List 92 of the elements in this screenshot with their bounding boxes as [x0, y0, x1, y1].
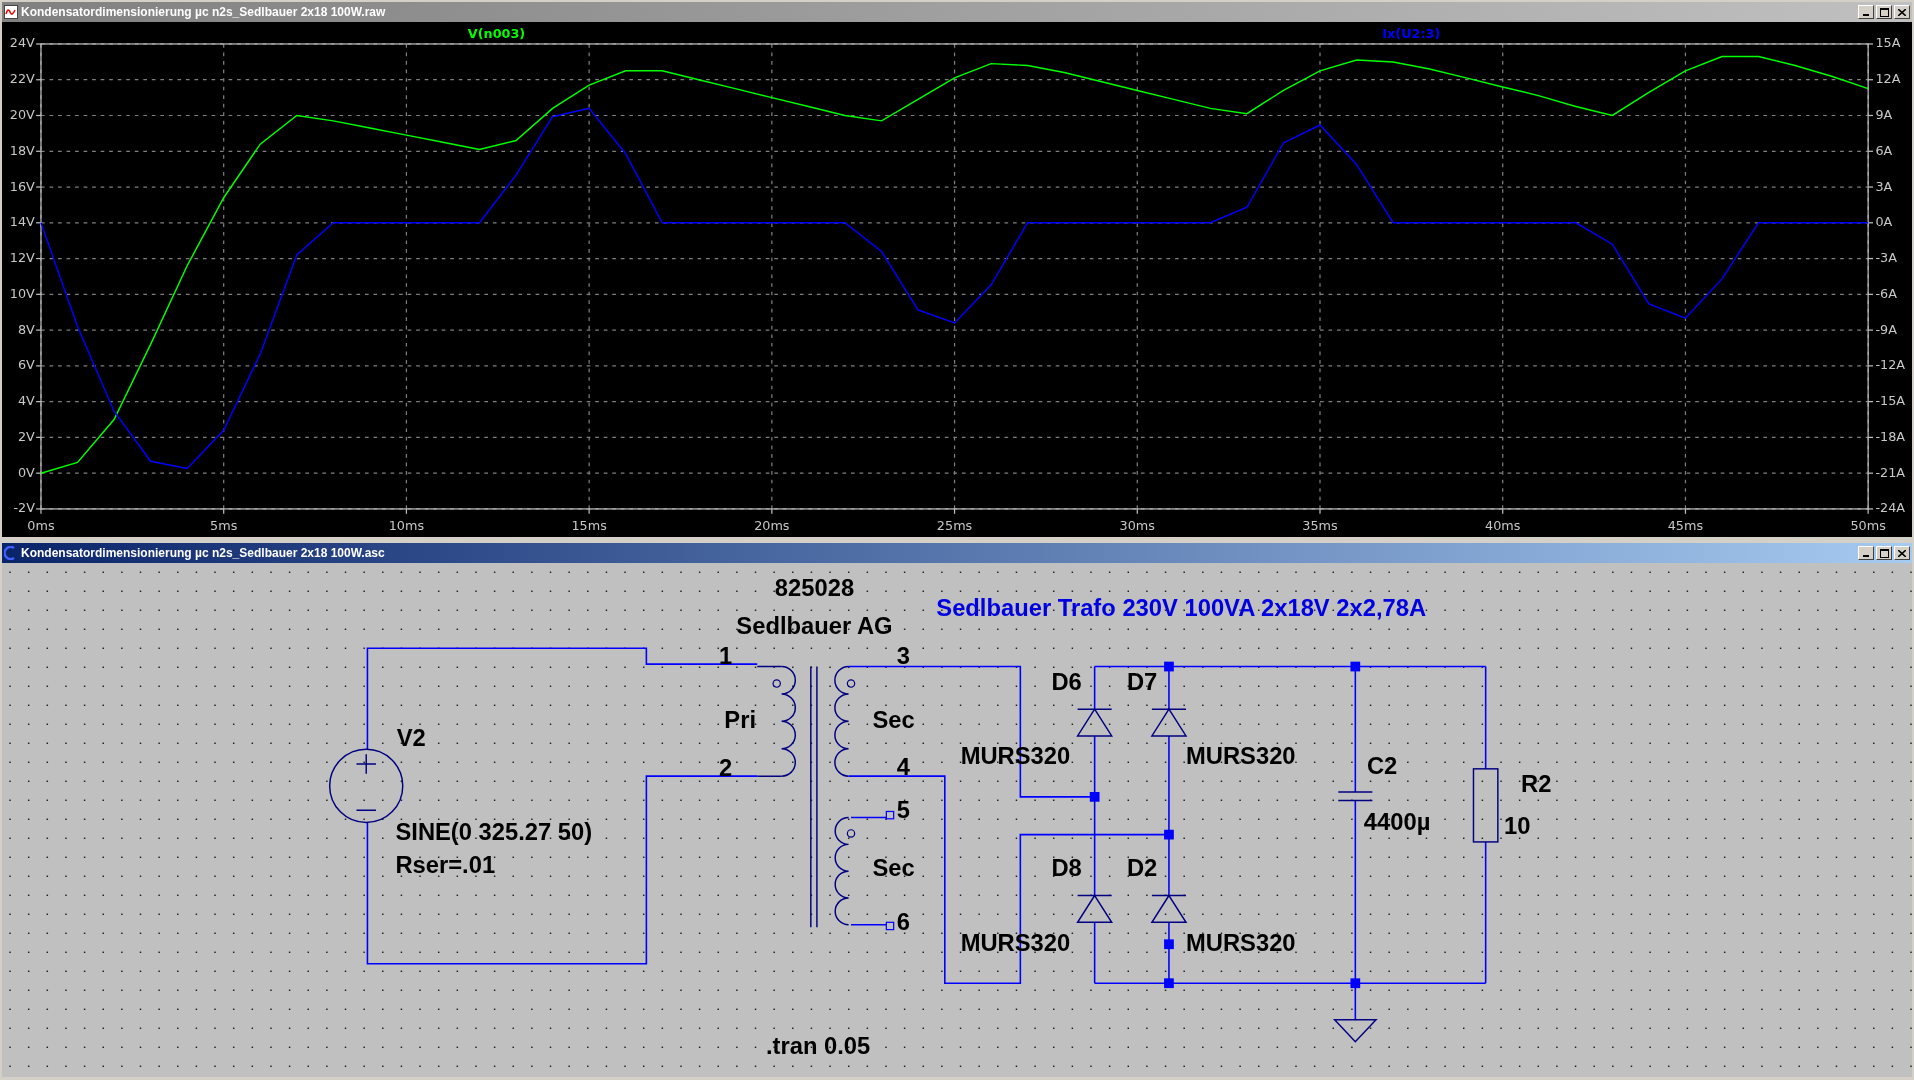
comment-text: Sedlbauer Trafo 230V 100VA 2x18V 2x2,78A: [936, 593, 1427, 621]
trace-label[interactable]: V(n003): [467, 25, 526, 41]
simulation-directive: .tran 0.05: [766, 1032, 871, 1060]
axis-tick-label: 9A: [1875, 107, 1893, 122]
manufacturer-label: Sedlbauer AG: [736, 611, 893, 639]
close-button[interactable]: [1894, 546, 1910, 560]
component-name: D7: [1126, 667, 1158, 695]
close-icon: [1898, 549, 1906, 557]
axis-tick-label: -6A: [1875, 285, 1897, 301]
minimize-icon: [1863, 555, 1869, 557]
axis-tick-label: 50ms: [1850, 517, 1886, 533]
axis-tick-label: 16V: [9, 178, 35, 194]
axis-tick-label: 15A: [1875, 35, 1901, 51]
axis-tick-label: 2V: [18, 428, 35, 444]
axis-tick-label: 25ms: [936, 517, 973, 533]
pin-number: 6: [896, 907, 910, 935]
maximize-icon: [1879, 7, 1889, 17]
axis-tick-label: 15ms: [571, 517, 607, 533]
axis-tick-label: 8V: [18, 321, 35, 337]
axis-tick-label: -12A: [1875, 357, 1906, 373]
axis-tick-label: 40ms: [1485, 517, 1521, 533]
axis-tick-label: 12A: [1875, 71, 1901, 87]
axis-tick-label: 10V: [9, 285, 35, 301]
component-value: MURS320: [1186, 928, 1296, 956]
winding-label: Pri: [724, 705, 756, 733]
pin-marker: [885, 921, 895, 931]
maximize-button[interactable]: [1876, 5, 1892, 19]
capacitor-symbol: [1337, 791, 1374, 802]
axis-tick-label: 12V: [9, 250, 35, 266]
maximize-icon: [1879, 548, 1889, 558]
ground-symbol: [1332, 1019, 1378, 1043]
part-number: 825028: [774, 574, 855, 602]
component-name: R2: [1521, 770, 1552, 798]
winding-label: Sec: [872, 705, 915, 733]
pin-number: 4: [896, 753, 910, 781]
axis-tick-label: 10ms: [388, 517, 425, 533]
minimize-button[interactable]: [1858, 546, 1874, 560]
window-title: Kondensatordimensionierung µc n2s_Sedlbauer 2x18 100W.raw: [21, 5, 386, 19]
axis-tick-label: 0V: [18, 464, 35, 480]
close-icon: [1898, 8, 1906, 16]
axis-tick-label: 22V: [9, 71, 35, 87]
minimize-button[interactable]: [1858, 5, 1874, 19]
component-value: 10: [1503, 811, 1531, 839]
axis-tick-label: -15A: [1875, 393, 1906, 409]
axis-tick-label: 5ms: [210, 517, 238, 533]
axis-tick-label: 14V: [9, 214, 35, 230]
waveform-icon: [4, 5, 18, 19]
pin-number: 2: [718, 754, 733, 782]
axis-tick-label: 3A: [1875, 178, 1893, 194]
maximize-button[interactable]: [1876, 546, 1892, 560]
polarity-dot: [846, 829, 856, 838]
axis-tick-label: -21A: [1875, 464, 1906, 480]
axis-tick-label: -18A: [1875, 428, 1906, 444]
pin-number: 5: [896, 795, 910, 823]
diode-symbol: [1150, 708, 1187, 737]
component-name: D2: [1126, 854, 1158, 882]
component-value: 4400µ: [1363, 807, 1431, 835]
axis-tick-label: 6A: [1875, 142, 1893, 158]
axis-tick-label: 24V: [9, 35, 35, 51]
diode-symbol: [1150, 894, 1187, 924]
diode-symbol: [1076, 708, 1113, 737]
component-name: D8: [1051, 854, 1082, 882]
axis-tick-label: 20ms: [754, 517, 790, 533]
axis-tick-label: -2V: [13, 500, 35, 516]
component-value: Rser=.01: [395, 850, 496, 878]
axis-tick-label: 18V: [9, 142, 35, 158]
axis-tick-label: 35ms: [1302, 517, 1338, 533]
pin-number: 3: [896, 642, 910, 670]
axis-tick-label: 0ms: [27, 517, 55, 533]
component-name: V2: [396, 723, 426, 751]
axis-tick-label: -9A: [1875, 321, 1897, 337]
component-name: D6: [1051, 667, 1082, 695]
axis-tick-label: 6V: [18, 357, 35, 373]
component-name: C2: [1366, 751, 1398, 779]
minimize-icon: [1863, 14, 1869, 16]
axis-tick-label: 4V: [18, 393, 35, 409]
axis-tick-label: -3A: [1875, 250, 1897, 266]
close-button[interactable]: [1894, 5, 1910, 19]
winding-label: Sec: [872, 854, 915, 882]
axis-tick-label: 20V: [9, 107, 35, 122]
pin-number: 1: [718, 642, 733, 670]
axis-tick-label: 45ms: [1667, 517, 1704, 533]
window-title: Kondensatordimensionierung µc n2s_Sedlbauer 2x18 100W.asc: [21, 546, 385, 560]
axis-tick-label: 0A: [1875, 214, 1893, 230]
polarity-dot: [846, 679, 856, 688]
axis-tick-label: 30ms: [1119, 517, 1155, 533]
component-value: SINE(0 325.27 50): [395, 817, 593, 845]
pin-marker: [885, 810, 895, 820]
diode-symbol: [1076, 894, 1113, 924]
axis-tick-label: -24A: [1875, 500, 1906, 516]
component-value: MURS320: [1186, 742, 1296, 770]
polarity-dot: [772, 679, 781, 688]
